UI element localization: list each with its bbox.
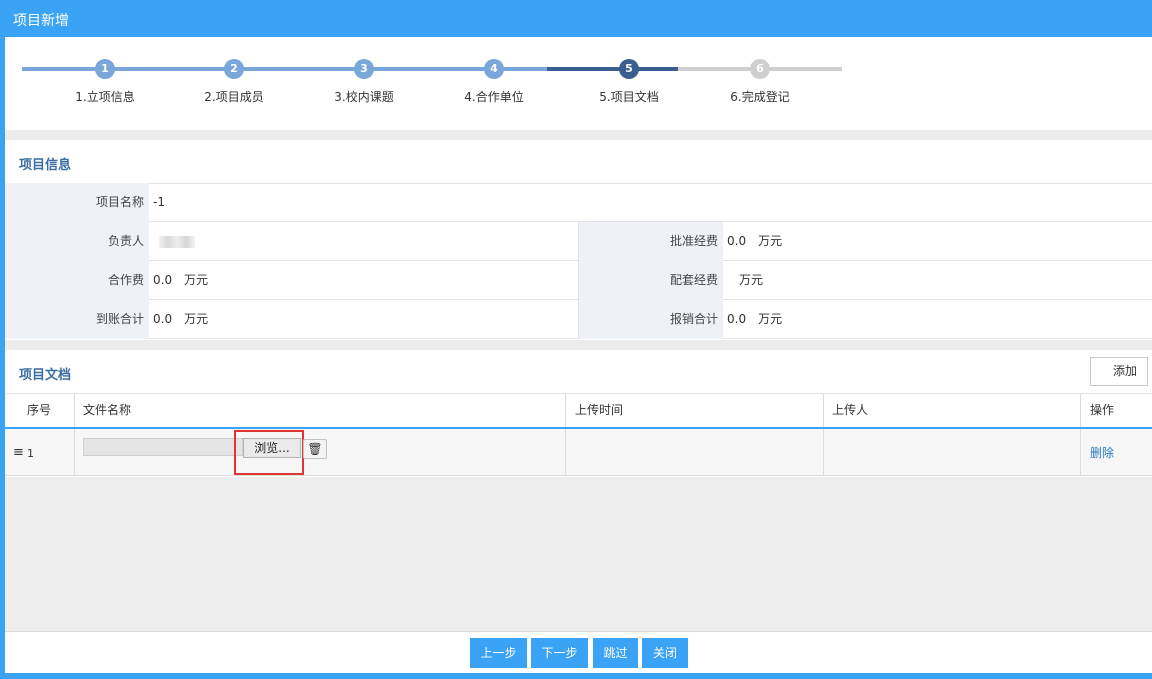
arrival-total-label: 到账合计: [5, 300, 149, 339]
coop-fee-label: 合作费: [5, 261, 149, 300]
coop-fee-unit: 万元: [184, 273, 209, 287]
matching-funds-label: 配套经费: [579, 261, 723, 300]
add-document-button[interactable]: 添加: [1090, 357, 1148, 386]
reimburse-total-unit: 万元: [758, 312, 783, 326]
title-bar[interactable]: 项目新增: [0, 0, 1152, 37]
info-row-coop: 合作费 0.0 万元 配套经费 万元: [5, 261, 1152, 300]
table-row: ≡ 1 浏览... 🗑 删除: [5, 429, 1152, 476]
column-filename: 文件名称: [83, 403, 132, 417]
leader-redacted: [159, 235, 195, 248]
step-6-label[interactable]: 6.完成登记: [700, 88, 820, 105]
reimburse-total-amount: 0.0: [727, 312, 747, 326]
step-2-dot[interactable]: 2: [224, 59, 244, 79]
step-6-dot[interactable]: 6: [750, 59, 770, 79]
leader-value: [149, 222, 195, 261]
file-path-input[interactable]: [83, 438, 243, 456]
leader-label: 负责人: [5, 222, 149, 261]
step-1-label[interactable]: 1.立项信息: [45, 88, 165, 105]
arrival-total-unit: 万元: [184, 312, 209, 326]
drag-handle-icon[interactable]: ≡: [13, 445, 24, 460]
step-3-dot[interactable]: 3: [354, 59, 374, 79]
step-4-label[interactable]: 4.合作单位: [434, 88, 554, 105]
column-divider: [74, 429, 75, 476]
documents-header: 项目文档: [5, 350, 1152, 394]
reimburse-total-value: 0.0 万元: [723, 300, 782, 339]
stepper-track-current: [547, 67, 678, 71]
column-index: 序号: [27, 403, 52, 417]
step-5-label[interactable]: 5.项目文档: [569, 88, 689, 105]
delete-row-link[interactable]: 删除: [1090, 444, 1114, 461]
project-info-header: 项目信息: [5, 140, 1152, 184]
step-5-dot[interactable]: 5: [619, 59, 639, 79]
step-2-label[interactable]: 2.项目成员: [174, 88, 294, 105]
row-index: 1: [27, 447, 34, 460]
column-upload-time: 上传时间: [575, 403, 624, 417]
matching-funds-unit: 万元: [739, 273, 764, 287]
project-name-label: 项目名称: [5, 183, 149, 222]
info-row-leader: 负责人 批准经费 0.0 万元: [5, 222, 1152, 261]
section-gap: [5, 130, 1152, 140]
column-uploader: 上传人: [832, 403, 869, 417]
info-row-arrival: 到账合计 0.0 万元 报销合计 0.0 万元: [5, 300, 1152, 339]
step-1-dot[interactable]: 1: [95, 59, 115, 79]
prev-step-button[interactable]: 上一步: [470, 638, 527, 668]
project-name-value: -1: [153, 195, 165, 209]
section-gap: [5, 340, 1152, 350]
project-add-dialog: 项目新增 1 2 3 4 5 6 1.立项信息 2.项目成员 3.校内课题 4.…: [0, 0, 1152, 679]
documents-title: 项目文档: [19, 368, 72, 383]
documents-table-header: 序号 文件名称 上传时间 上传人 操作: [5, 394, 1152, 429]
column-action: 操作: [1090, 403, 1115, 417]
column-divider: [74, 394, 75, 427]
project-info-title: 项目信息: [19, 158, 72, 173]
arrival-total-amount: 0.0: [153, 312, 173, 326]
skip-button[interactable]: 跳过: [593, 638, 638, 668]
column-divider: [565, 429, 566, 476]
next-step-button[interactable]: 下一步: [531, 638, 588, 668]
info-row-name: 项目名称 -1: [5, 183, 1152, 222]
stepper: 1 2 3 4 5 6 1.立项信息 2.项目成员 3.校内课题 4.合作单位 …: [5, 37, 1152, 131]
column-divider: [1080, 394, 1081, 427]
step-4-dot[interactable]: 4: [484, 59, 504, 79]
coop-fee-value: 0.0 万元: [149, 261, 208, 300]
reimburse-total-label: 报销合计: [579, 300, 723, 339]
coop-fee-amount: 0.0: [153, 273, 173, 287]
approved-funds-value: 0.0 万元: [723, 222, 782, 261]
table-empty-area: [5, 477, 1152, 631]
close-button[interactable]: 关闭: [642, 638, 688, 668]
column-divider: [823, 394, 824, 427]
approved-funds-label: 批准经费: [579, 222, 723, 261]
column-divider: [823, 429, 824, 476]
column-divider: [1080, 429, 1081, 476]
matching-funds-value: 万元: [723, 261, 763, 300]
dialog-bottom-border: [0, 673, 1152, 679]
arrival-total-value: 0.0 万元: [149, 300, 208, 339]
step-3-label[interactable]: 3.校内课题: [304, 88, 424, 105]
annotation-highlight-box: [234, 430, 304, 475]
footer-bar: 上一步 下一步 跳过 关闭: [5, 631, 1152, 673]
approved-funds-unit: 万元: [758, 234, 783, 248]
trash-icon[interactable]: 🗑: [303, 439, 327, 459]
column-divider: [565, 394, 566, 427]
approved-funds-amount: 0.0: [727, 234, 747, 248]
window-title: 项目新增: [13, 13, 69, 29]
